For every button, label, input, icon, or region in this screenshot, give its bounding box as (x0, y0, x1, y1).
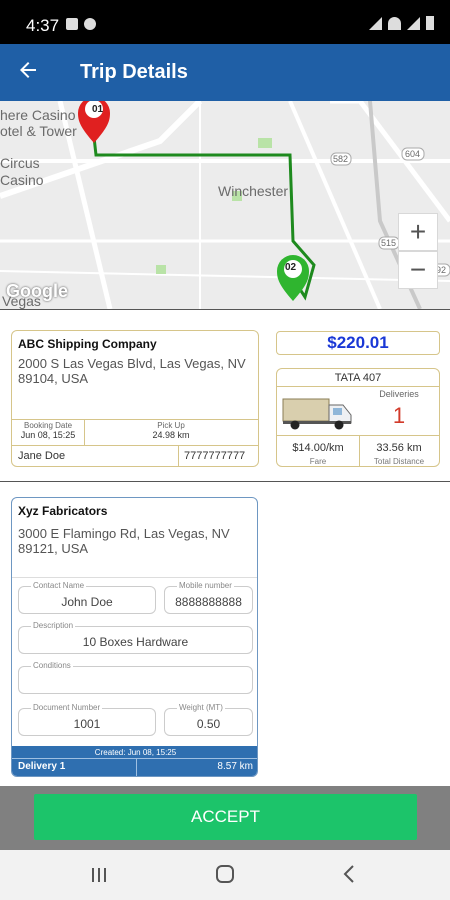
map-label-winchester: Winchester (218, 183, 289, 199)
delivery-card: Xyz Fabricators 3000 E Flamingo Rd, Las … (11, 497, 258, 777)
trip-price: $220.01 (276, 331, 440, 355)
weight-label: Weight (MT) (177, 703, 225, 712)
booking-date: Jun 08, 15:25 (20, 430, 76, 440)
document-number-label: Document Number (31, 703, 103, 712)
description-field[interactable]: Description 10 Boxes Hardware (18, 621, 253, 654)
delivery-distance: 8.57 km (217, 761, 253, 772)
app-bar: Trip Details (0, 44, 450, 101)
pickup-contact-phone[interactable]: 7777777777 (184, 450, 245, 462)
total-distance-label: Total Distance (373, 457, 425, 466)
delivery-label: Delivery 1 (18, 761, 66, 772)
deliveries-count: 1 (392, 403, 406, 428)
zoom-in-button[interactable]: + (398, 213, 438, 251)
mobile-number-field[interactable]: Mobile number 8888888888 (164, 581, 253, 614)
description-value: 10 Boxes Hardware (82, 635, 189, 649)
truck-icon (282, 398, 352, 430)
back-nav-icon[interactable] (342, 864, 356, 890)
pickup-company: ABC Shipping Company (18, 337, 157, 351)
map-label-casino-top: here Casino (0, 107, 76, 123)
screen: 4:37 Trip Details 01 02 582 604 592 515 … (0, 0, 450, 900)
description-label: Description (31, 621, 76, 630)
pickup-label: Pick Up (157, 421, 185, 430)
google-logo: Google (6, 281, 68, 301)
conditions-field[interactable]: Conditions (18, 661, 253, 694)
divider (0, 309, 450, 310)
mobile-number-value: 8888888888 (175, 595, 242, 609)
fare-value: $14.00/km (292, 442, 344, 454)
document-number-value: 1001 (73, 717, 101, 731)
delivery-footer: Created: Jun 08, 15:25 Delivery 1 8.57 k… (12, 746, 257, 776)
signal-icon (407, 17, 420, 30)
pickup-address: 2000 S Las Vegas Blvd, Las Vegas, NV 891… (18, 356, 246, 386)
delivery-address: 3000 E Flamingo Rd, Las Vegas, NV 89121,… (18, 526, 230, 556)
accept-bar: ACCEPT (0, 786, 450, 850)
contact-name-label: Contact Name (31, 581, 87, 590)
vehicle-card: TATA 407 Deliveries 1 $14.00/km Fare 33.… (276, 368, 440, 467)
marker-02-label: 02 (285, 262, 297, 273)
page-title: Trip Details (80, 61, 188, 83)
document-number-field[interactable]: Document Number 1001 (18, 703, 156, 736)
accept-button[interactable]: ACCEPT (34, 794, 417, 840)
road-shield-604: 604 (405, 149, 421, 159)
weight-field[interactable]: Weight (MT) 0.50 (164, 703, 253, 736)
contact-name-value: John Doe (61, 595, 113, 609)
fare-label: Fare (309, 457, 327, 466)
home-icon[interactable] (215, 864, 235, 890)
battery-icon (426, 16, 434, 30)
vehicle-name: TATA 407 (334, 372, 382, 384)
wifi-icon (388, 17, 401, 30)
mobile-number-label: Mobile number (177, 581, 234, 590)
road-shield-582: 582 (333, 154, 349, 164)
recent-apps-icon[interactable] (90, 864, 108, 890)
mute-icon (369, 17, 382, 30)
status-bar: 4:37 (0, 0, 450, 44)
status-time: 4:37 (26, 16, 60, 35)
gallery-icon (66, 18, 78, 30)
divider (0, 481, 450, 482)
zoom-out-button[interactable]: − (398, 251, 438, 289)
map-label-circus: Circus (0, 155, 40, 171)
total-distance-value: 33.56 km (376, 442, 422, 454)
deliveries-label: Deliveries (379, 389, 419, 399)
delivery-company: Xyz Fabricators (18, 504, 108, 518)
pickup-distance: 24.98 km (152, 430, 190, 440)
pickup-contact-name: Jane Doe (18, 450, 66, 462)
marker-01-label: 01 (92, 104, 104, 115)
message-icon (84, 18, 96, 30)
map-label-casino: Casino (0, 172, 44, 188)
pickup-card: ABC Shipping Company 2000 S Las Vegas Bl… (11, 330, 259, 467)
map-label-hotel: otel & Tower (0, 123, 77, 139)
booking-date-label: Booking Date (23, 421, 73, 430)
contact-name-field[interactable]: Contact Name John Doe (18, 581, 156, 614)
conditions-label: Conditions (31, 661, 73, 670)
road-shield-515: 515 (381, 238, 397, 248)
created-date: Created: Jun 08, 15:25 (94, 748, 177, 757)
weight-value: 0.50 (196, 717, 221, 731)
system-nav-bar (0, 850, 450, 900)
route-map[interactable]: 01 02 582 604 592 515 here Casino otel &… (0, 101, 450, 309)
back-arrow-icon[interactable] (16, 58, 46, 86)
